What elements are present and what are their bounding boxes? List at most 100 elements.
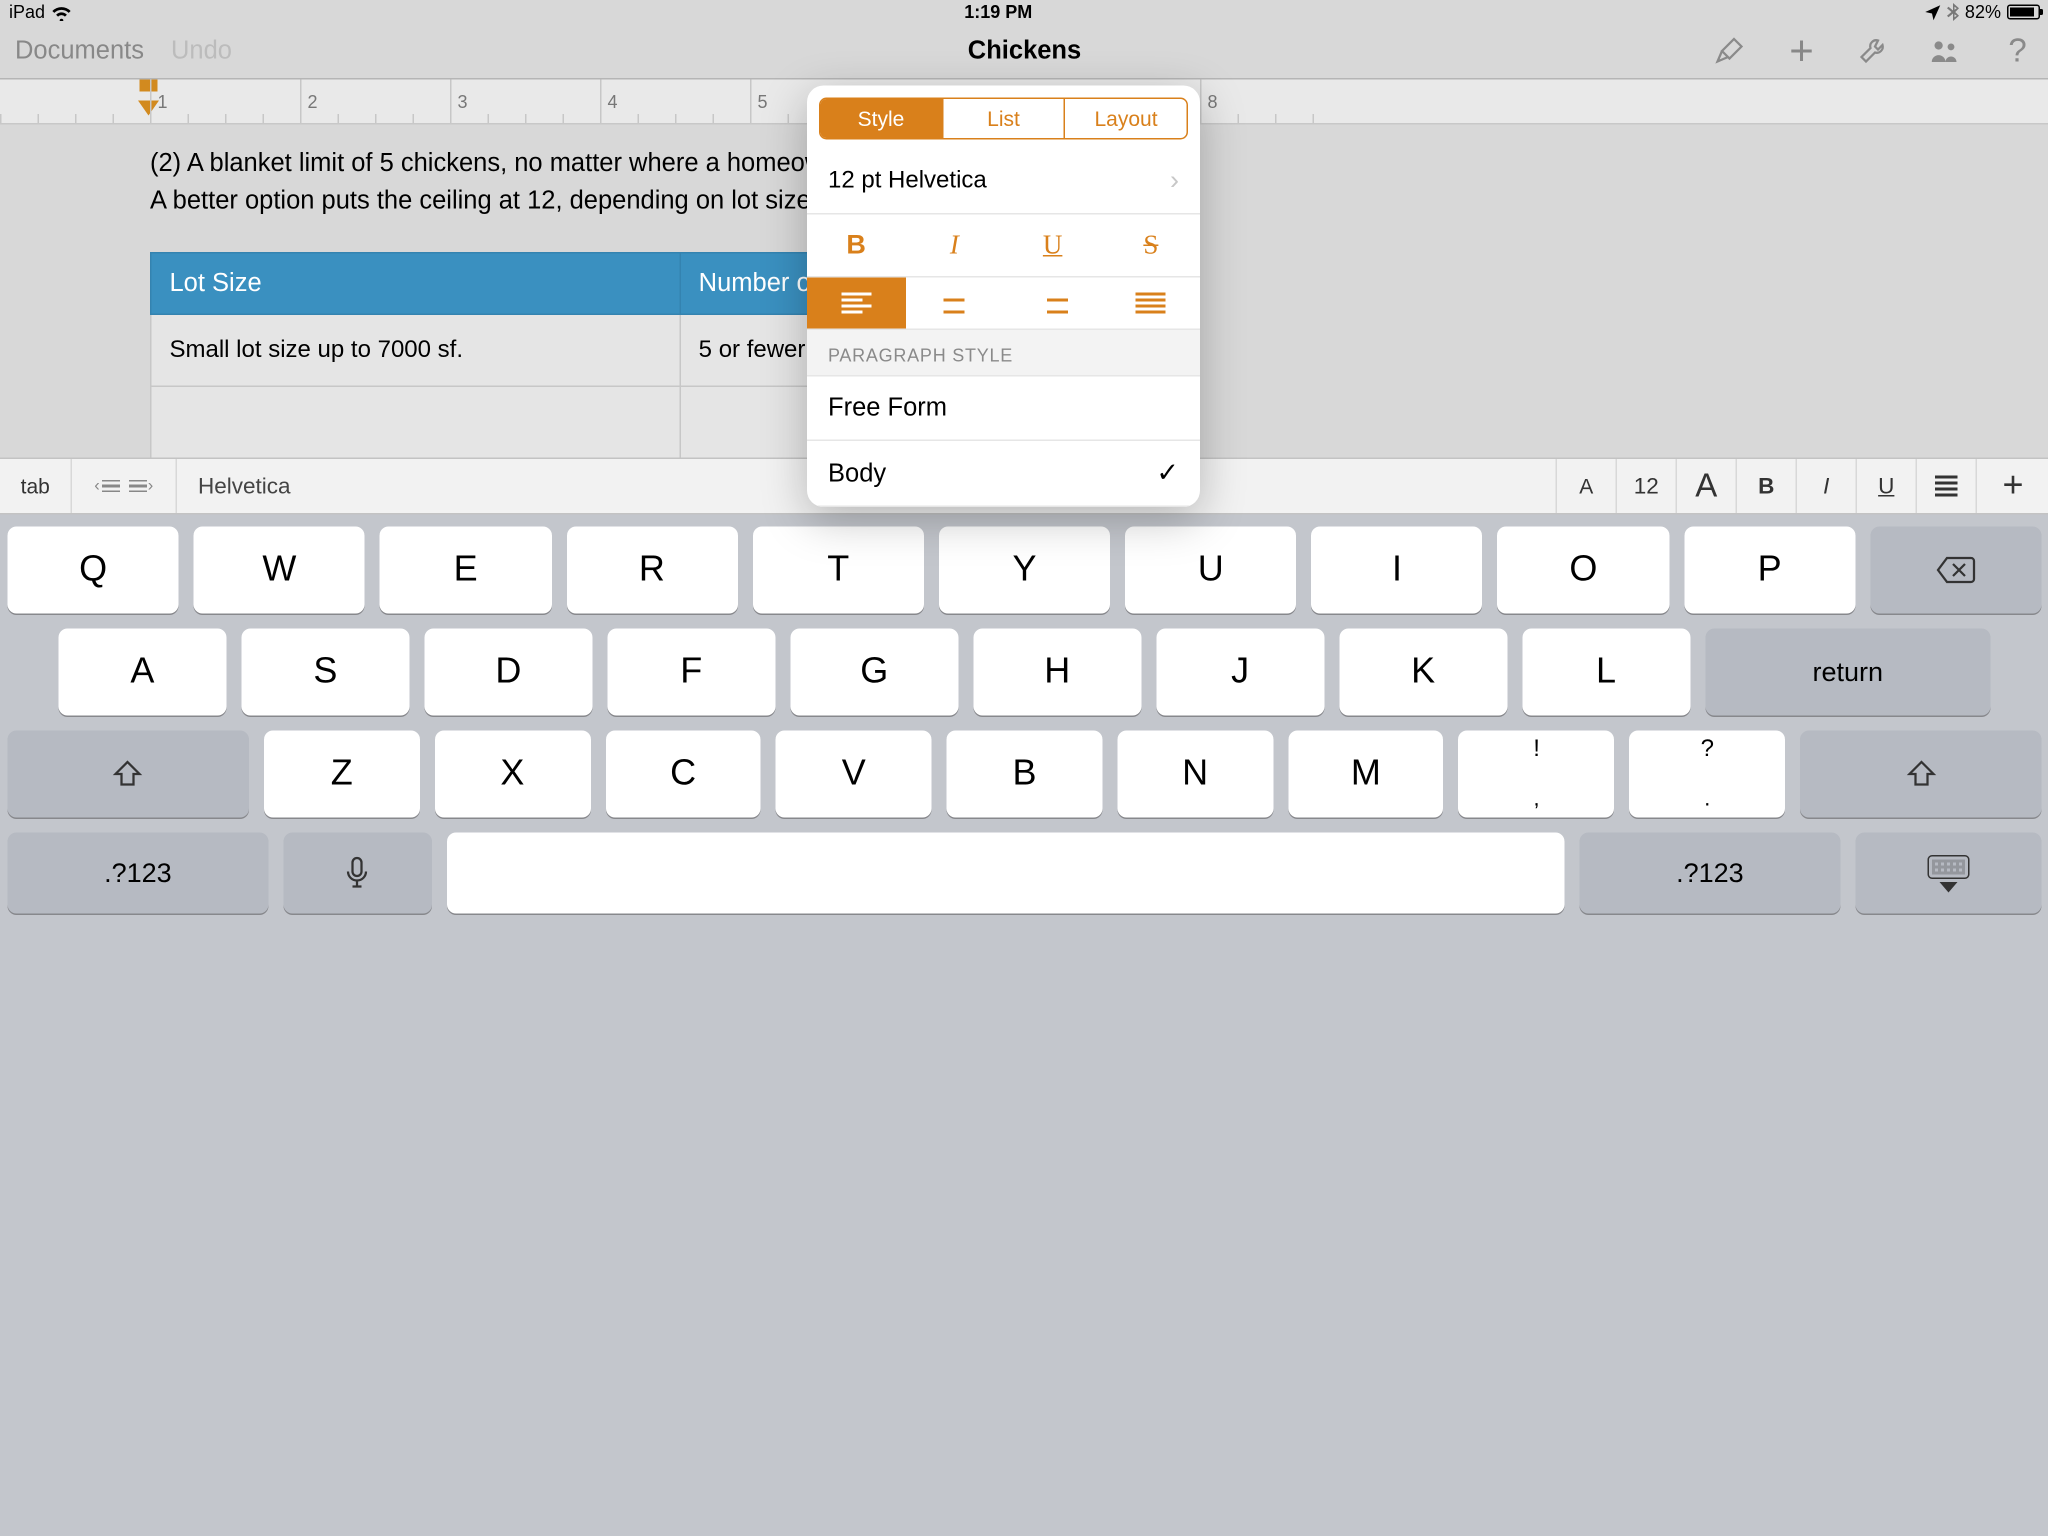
hide-keyboard-key[interactable] (1855, 833, 2041, 914)
align-right-button[interactable] (1004, 278, 1102, 329)
format-popover: Style List Layout 12 pt Helvetica › B I … (807, 86, 1200, 508)
font-size-value[interactable]: 12 (1617, 459, 1677, 513)
alignment-row (807, 278, 1200, 331)
key-v[interactable]: V (776, 731, 932, 818)
style-free-form[interactable]: Free Form (807, 377, 1200, 442)
font-smaller-button[interactable]: A (1557, 459, 1617, 513)
ruler-tick: 2 (300, 80, 318, 124)
key-z[interactable]: Z (264, 731, 420, 818)
popover-tabs: Style List Layout (819, 98, 1188, 140)
underline-button[interactable]: U (1004, 215, 1102, 277)
align-left-button[interactable] (807, 278, 905, 329)
return-key[interactable]: return (1705, 629, 1991, 716)
device-label: iPad (9, 2, 45, 23)
battery-percent: 82% (1965, 2, 2001, 23)
location-icon (1924, 4, 1941, 21)
style-body[interactable]: Body✓ (807, 441, 1200, 507)
key-a[interactable]: A (58, 629, 226, 716)
italic-button-bar[interactable]: I (1797, 459, 1857, 513)
indent-icon[interactable]: › (128, 477, 153, 495)
strikethrough-button[interactable]: S (1102, 215, 1200, 277)
paragraph-style-header: PARAGRAPH STYLE (807, 330, 1200, 377)
key-f[interactable]: F (607, 629, 775, 716)
more-button[interactable]: + (1977, 459, 2048, 513)
ruler-tick: 8 (1200, 80, 1218, 124)
tab-layout[interactable]: Layout (1064, 99, 1187, 138)
tab-key-button[interactable]: tab (0, 459, 72, 513)
align-center-button[interactable] (905, 278, 1003, 329)
underline-button-bar[interactable]: U (1857, 459, 1917, 513)
text-style-row: B I U S (807, 215, 1200, 278)
ruler-tick: 5 (750, 80, 768, 124)
documents-button[interactable]: Documents (15, 36, 144, 66)
key-h[interactable]: H (973, 629, 1141, 716)
bluetooth-icon (1947, 3, 1959, 21)
chevron-down-icon (1939, 881, 1957, 892)
key-x[interactable]: X (435, 731, 591, 818)
italic-button[interactable]: I (905, 215, 1003, 277)
shift-key-left[interactable] (8, 731, 249, 818)
key-l[interactable]: L (1522, 629, 1690, 716)
wrench-icon[interactable] (1857, 35, 1890, 68)
key-q[interactable]: Q (7, 527, 178, 614)
key-y[interactable]: Y (939, 527, 1110, 614)
bold-button[interactable]: B (807, 215, 905, 277)
undo-button[interactable]: Undo (171, 36, 232, 66)
shift-key-right[interactable] (1800, 731, 2041, 818)
tab-style[interactable]: Style (821, 99, 942, 138)
onscreen-keyboard: Q W E R T Y U I O P A S D F G H J K L re… (0, 515, 2048, 1536)
outdent-icon[interactable]: ‹ (94, 477, 119, 495)
key-c[interactable]: C (605, 731, 761, 818)
clock: 1:19 PM (964, 2, 1032, 23)
numbers-key-left[interactable]: .?123 (8, 833, 269, 914)
share-icon[interactable] (1929, 35, 1962, 68)
key-o[interactable]: O (1498, 527, 1669, 614)
key-i[interactable]: I (1311, 527, 1482, 614)
key-p[interactable]: P (1684, 527, 1855, 614)
spacebar-key[interactable] (447, 833, 1564, 914)
key-g[interactable]: G (790, 629, 958, 716)
ruler-tick: 4 (600, 80, 618, 124)
font-row[interactable]: 12 pt Helvetica › (807, 149, 1200, 215)
dictation-key[interactable] (283, 833, 432, 914)
key-row-2: A S D F G H J K L return (8, 629, 2042, 716)
app-toolbar: Documents Undo Chickens + ? (0, 24, 2048, 80)
plus-icon[interactable]: + (1785, 35, 1818, 68)
backspace-key[interactable] (1870, 527, 2041, 614)
key-r[interactable]: R (566, 527, 737, 614)
justify-button-bar[interactable] (1917, 459, 1977, 513)
key-period[interactable]: ?. (1629, 731, 1785, 818)
indent-controls[interactable]: ‹ › (72, 459, 177, 513)
key-t[interactable]: T (753, 527, 924, 614)
chevron-right-icon: › (1170, 165, 1179, 197)
wifi-icon (51, 4, 72, 21)
key-n[interactable]: N (1117, 731, 1273, 818)
tab-list[interactable]: List (942, 99, 1065, 138)
key-d[interactable]: D (424, 629, 592, 716)
paintbrush-icon[interactable] (1713, 35, 1746, 68)
status-bar: iPad 1:19 PM 82% (0, 0, 2048, 24)
font-bigger-button[interactable]: A (1677, 459, 1737, 513)
document-title: Chickens (968, 36, 1081, 66)
key-m[interactable]: M (1288, 731, 1444, 818)
key-w[interactable]: W (194, 527, 365, 614)
key-b[interactable]: B (947, 731, 1103, 818)
ruler-tick: 3 (450, 80, 468, 124)
key-row-3: Z X C V B N M !, ?. (8, 731, 2042, 818)
key-comma[interactable]: !, (1459, 731, 1615, 818)
key-e[interactable]: E (380, 527, 551, 614)
key-u[interactable]: U (1125, 527, 1296, 614)
key-row-4: .?123 .?123 (8, 833, 2042, 914)
check-icon: ✓ (1156, 458, 1179, 490)
ruler-tick: 1 (150, 80, 168, 124)
numbers-key-right[interactable]: .?123 (1580, 833, 1841, 914)
help-icon[interactable]: ? (2001, 35, 2034, 68)
key-row-1: Q W E R T Y U I O P (8, 527, 2042, 614)
key-k[interactable]: K (1339, 629, 1507, 716)
key-j[interactable]: J (1156, 629, 1324, 716)
bold-button-bar[interactable]: B (1737, 459, 1797, 513)
key-s[interactable]: S (241, 629, 409, 716)
table-header[interactable]: Lot Size (151, 253, 680, 315)
align-justify-button[interactable] (1102, 278, 1200, 329)
battery-icon (2007, 5, 2040, 20)
